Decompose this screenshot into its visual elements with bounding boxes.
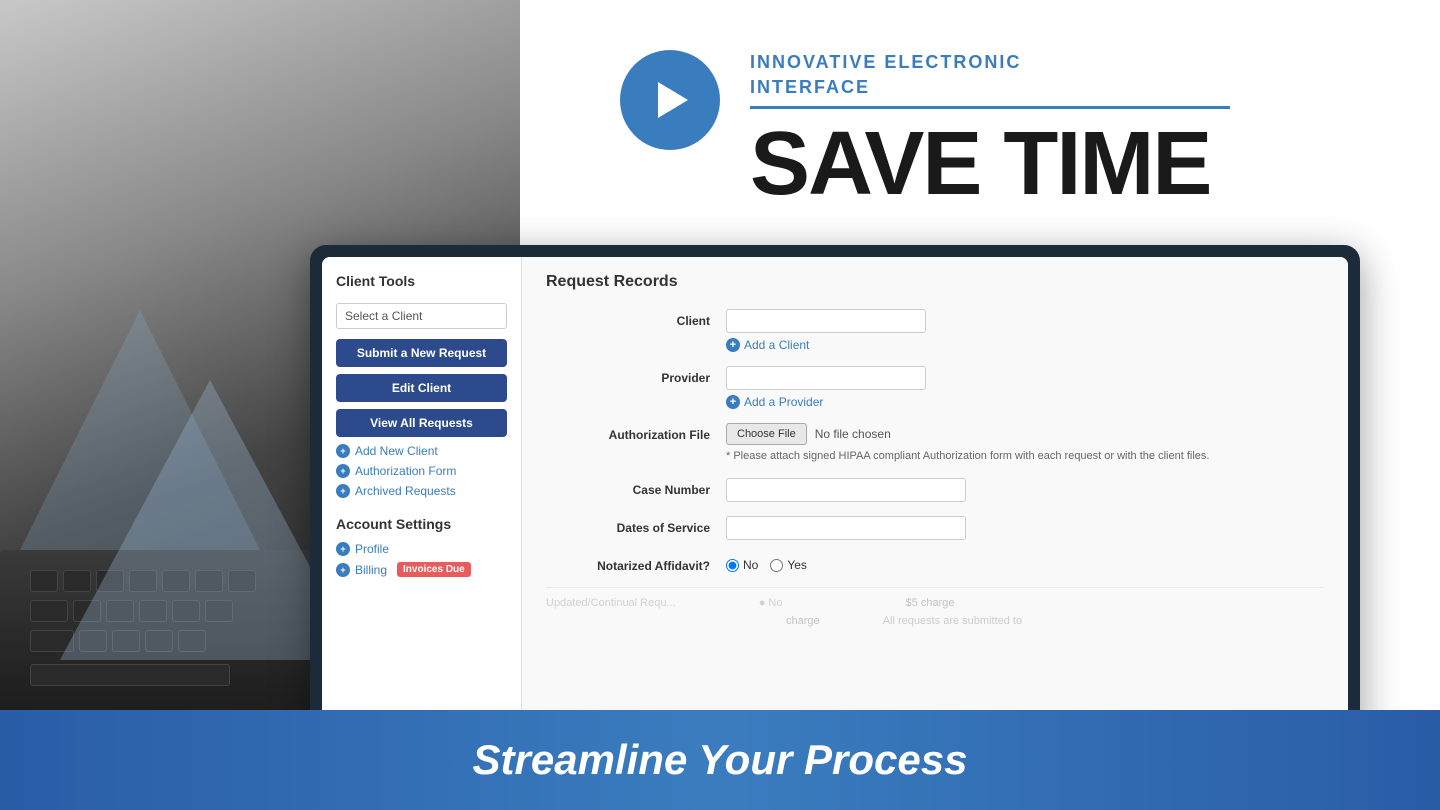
dates-of-service-control — [726, 516, 1324, 540]
edit-client-button[interactable]: Edit Client — [336, 374, 507, 402]
plus-icon-2: + — [336, 464, 350, 478]
radio-no-label[interactable]: No — [726, 558, 758, 572]
play-button[interactable] — [620, 50, 720, 150]
file-hint-text: * Please attach signed HIPAA compliant A… — [726, 449, 1324, 464]
radio-group: No Yes — [726, 554, 1324, 572]
no-file-label: No file chosen — [815, 427, 891, 441]
authorization-file-label: Authorization File — [546, 423, 726, 442]
authorization-file-row: Authorization File Choose File No file c… — [546, 423, 1324, 464]
sidebar-title: Client Tools — [336, 273, 507, 289]
sidebar-item-add-new-client[interactable]: + Add New Client — [336, 444, 507, 458]
header-text-area: INNOVATIVE ELECTRONIC INTERFACE SAVE TIM… — [750, 50, 1230, 209]
main-content: Request Records Client + Add a Client Pr… — [522, 257, 1348, 763]
faded-row-2: charge All requests are submitted to — [546, 612, 1324, 630]
play-button-container — [620, 50, 720, 150]
client-row: Client + Add a Client — [546, 309, 1324, 352]
authorization-file-control: Choose File No file chosen * Please atta… — [726, 423, 1324, 464]
view-all-requests-button[interactable]: View All Requests — [336, 409, 507, 437]
header-divider — [750, 106, 1230, 109]
sidebar-item-archived-requests[interactable]: + Archived Requests — [336, 484, 507, 498]
provider-field[interactable] — [726, 366, 926, 390]
tagline: INNOVATIVE ELECTRONIC INTERFACE — [750, 50, 1230, 100]
case-number-label: Case Number — [546, 478, 726, 497]
bottom-banner: Streamline Your Process — [0, 710, 1440, 810]
client-label: Client — [546, 309, 726, 328]
sidebar-item-authorization-form[interactable]: + Authorization Form — [336, 464, 507, 478]
faded-section: Updated/Continual Requ... ● No $5 charge… — [546, 587, 1324, 630]
provider-control: + Add a Provider — [726, 366, 1324, 409]
radio-yes[interactable] — [770, 559, 783, 572]
case-number-control — [726, 478, 1324, 502]
notarized-affidavit-control: No Yes — [726, 554, 1324, 572]
notarized-affidavit-label: Notarized Affidavit? — [546, 554, 726, 573]
choose-file-button[interactable]: Choose File — [726, 423, 807, 445]
faded-row-1: Updated/Continual Requ... ● No $5 charge — [546, 594, 1324, 612]
plus-icon: + — [336, 444, 350, 458]
sidebar-item-billing[interactable]: + Billing Invoices Due — [336, 562, 507, 577]
file-input-wrap: Choose File No file chosen — [726, 423, 1324, 445]
provider-row: Provider + Add a Provider — [546, 366, 1324, 409]
headline: SAVE TIME — [750, 119, 1230, 209]
client-select[interactable]: Select a Client — [336, 303, 507, 329]
case-number-row: Case Number — [546, 478, 1324, 502]
billing-badge: Invoices Due — [397, 562, 471, 577]
laptop-screen: Client Tools Select a Client Submit a Ne… — [322, 257, 1348, 763]
dates-of-service-label: Dates of Service — [546, 516, 726, 535]
main-title: Request Records — [546, 273, 1324, 291]
dates-of-service-input[interactable] — [726, 516, 966, 540]
play-icon — [658, 82, 688, 118]
sidebar-item-profile[interactable]: + Profile — [336, 542, 507, 556]
banner-text: Streamline Your Process — [473, 736, 968, 784]
add-provider-link[interactable]: + Add a Provider — [726, 395, 1324, 409]
radio-no[interactable] — [726, 559, 739, 572]
add-provider-icon: + — [726, 395, 740, 409]
notarized-affidavit-row: Notarized Affidavit? No Yes — [546, 554, 1324, 573]
sidebar: Client Tools Select a Client Submit a Ne… — [322, 257, 522, 763]
submit-new-request-button[interactable]: Submit a New Request — [336, 339, 507, 367]
plus-icon-4: + — [336, 542, 350, 556]
client-field[interactable] — [726, 309, 926, 333]
account-settings-title: Account Settings — [336, 516, 507, 532]
add-client-icon: + — [726, 338, 740, 352]
add-client-link[interactable]: + Add a Client — [726, 338, 1324, 352]
case-number-input[interactable] — [726, 478, 966, 502]
provider-label: Provider — [546, 366, 726, 385]
plus-icon-5: + — [336, 563, 350, 577]
laptop-mockup: Client Tools Select a Client Submit a Ne… — [310, 245, 1360, 775]
plus-icon-3: + — [336, 484, 350, 498]
client-control: + Add a Client — [726, 309, 1324, 352]
radio-yes-label[interactable]: Yes — [770, 558, 807, 572]
dates-of-service-row: Dates of Service — [546, 516, 1324, 540]
